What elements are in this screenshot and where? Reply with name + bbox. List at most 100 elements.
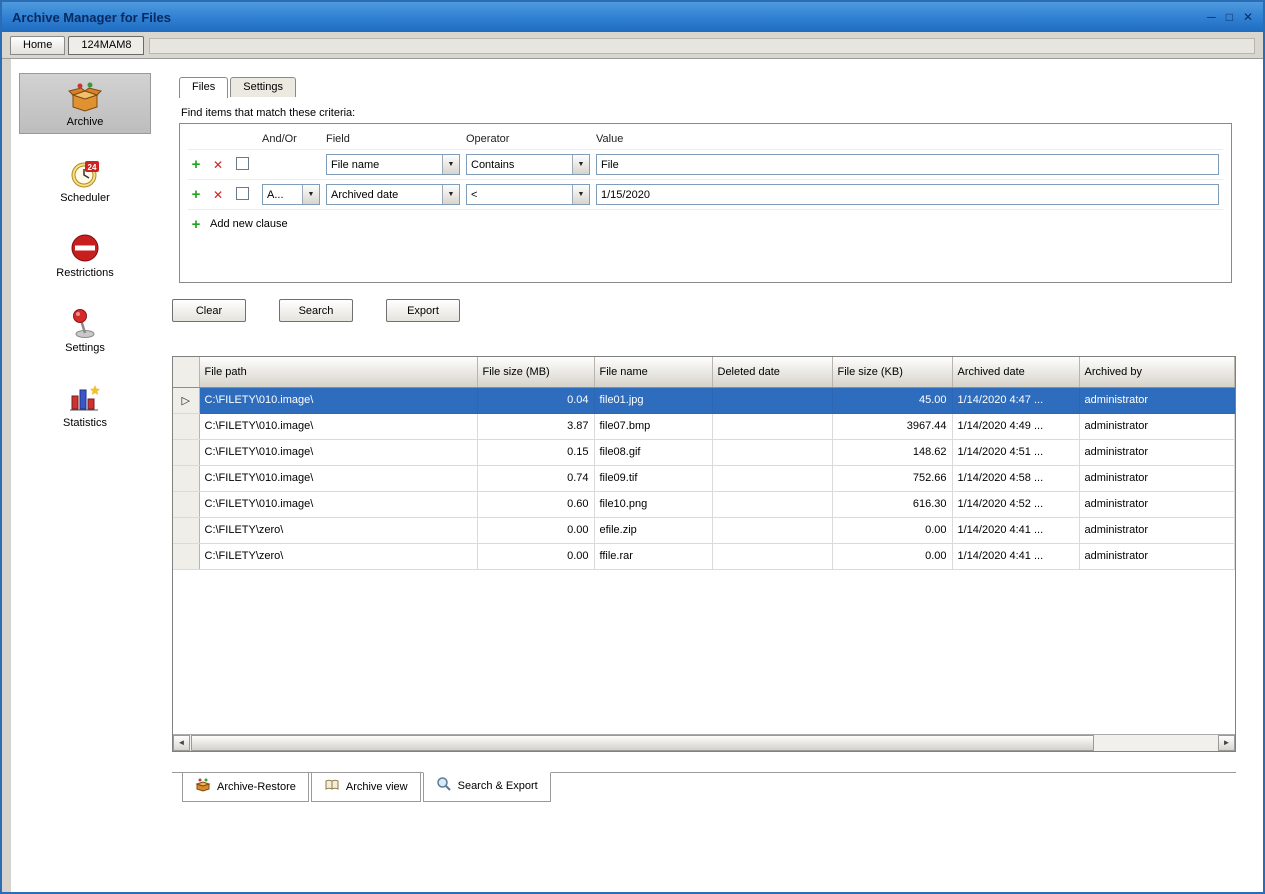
title-bar[interactable]: Archive Manager for Files ─ □ ✕ [2, 2, 1263, 32]
bottom-tab-label: Search & Export [458, 780, 538, 792]
archive-box-icon [68, 80, 102, 114]
andor-select[interactable]: A... ▼ [262, 184, 320, 205]
row-selector-cell[interactable] [173, 517, 199, 543]
table-cell: administrator [1079, 543, 1235, 569]
value-input[interactable] [596, 154, 1219, 175]
header-selector-cell[interactable] [173, 357, 199, 387]
column-header-archived-by[interactable]: Archived by [1079, 357, 1235, 387]
add-clause-icon[interactable]: + [188, 186, 204, 203]
table-row[interactable]: ▷C:\FILETY\010.image\0.04file01.jpg 45.00… [173, 387, 1235, 413]
table-row[interactable]: C:\FILETY\010.image\3.87file07.bmp3967.4… [173, 413, 1235, 439]
table-cell: administrator [1079, 491, 1235, 517]
criteria-header-field: Field [326, 133, 460, 145]
table-cell: 0.74 [477, 465, 594, 491]
minimize-button[interactable]: ─ [1207, 11, 1216, 23]
export-button[interactable]: Export [386, 299, 460, 322]
column-header-file-path[interactable]: File path [199, 357, 477, 387]
column-header-file-size-mb[interactable]: File size (MB) [477, 357, 594, 387]
nav-bar-spacer [149, 38, 1255, 54]
results-table: File path File size (MB) File name Delet… [173, 357, 1235, 570]
row-selector-cell[interactable] [173, 543, 199, 569]
bottom-tabstrip: Archive-Restore Archive view [172, 772, 1236, 802]
nav-tab-124mam8[interactable]: 124MAM8 [68, 36, 144, 55]
table-cell: file10.png [594, 491, 712, 517]
column-header-file-name[interactable]: File name [594, 357, 712, 387]
table-cell: C:\FILETY\010.image\ [199, 491, 477, 517]
field-select[interactable]: Archived date ▼ [326, 184, 460, 205]
column-header-file-size-kb[interactable]: File size (KB) [832, 357, 952, 387]
table-cell [712, 439, 832, 465]
chevron-down-icon[interactable]: ▼ [442, 185, 459, 204]
clause-checkbox[interactable] [236, 157, 249, 170]
table-cell: 3.87 [477, 413, 594, 439]
table-cell: ffile.rar [594, 543, 712, 569]
sidebar-item-scheduler[interactable]: 24 Scheduler [19, 150, 151, 209]
row-selector-cell[interactable] [173, 465, 199, 491]
archive-restore-icon [195, 777, 211, 796]
table-cell: C:\FILETY\zero\ [199, 517, 477, 543]
table-cell: 0.15 [477, 439, 594, 465]
column-header-archived-date[interactable]: Archived date [952, 357, 1079, 387]
row-selector-cell[interactable]: ▷ [173, 387, 199, 413]
add-clause-icon: + [188, 216, 204, 233]
criteria-label: Find items that match these criteria: [181, 107, 1263, 119]
operator-select[interactable]: Contains ▼ [466, 154, 590, 175]
row-selector-cell[interactable] [173, 413, 199, 439]
restrictions-no-entry-icon [68, 231, 102, 265]
operator-select[interactable]: < ▼ [466, 184, 590, 205]
criteria-header-row: And/Or Field Operator Value [188, 128, 1223, 150]
nav-tab-home[interactable]: Home [10, 36, 65, 55]
results-grid: File path File size (MB) File name Delet… [172, 356, 1236, 752]
clear-button[interactable]: Clear [172, 299, 246, 322]
h-scrollbar[interactable]: ◄ ► [173, 734, 1235, 751]
sidebar-item-statistics[interactable]: Statistics [19, 375, 151, 434]
maximize-button[interactable]: □ [1226, 11, 1233, 23]
table-row[interactable]: C:\FILETY\010.image\0.60file10.png616.30… [173, 491, 1235, 517]
field-select[interactable]: File name ▼ [326, 154, 460, 175]
sidebar-item-label: Scheduler [60, 192, 110, 204]
sidebar-item-restrictions[interactable]: Restrictions [19, 225, 151, 284]
table-cell: file01.jpg [594, 387, 712, 413]
table-row[interactable]: C:\FILETY\zero\0.00efile.zip0.001/14/202… [173, 517, 1235, 543]
table-cell: C:\FILETY\010.image\ [199, 387, 477, 413]
chevron-down-icon[interactable]: ▼ [442, 155, 459, 174]
add-new-clause-label[interactable]: Add new clause [210, 218, 1219, 230]
tab-files[interactable]: Files [179, 77, 228, 98]
delete-clause-icon[interactable]: ✕ [210, 188, 226, 202]
sidebar-item-label: Statistics [63, 417, 107, 429]
row-selector-cell[interactable] [173, 439, 199, 465]
main-content: Files Settings Find items that match the… [159, 59, 1263, 892]
chevron-down-icon[interactable]: ▼ [572, 185, 589, 204]
chevron-down-icon[interactable]: ▼ [572, 155, 589, 174]
add-clause-icon[interactable]: + [188, 156, 204, 173]
clause-checkbox[interactable] [236, 187, 249, 200]
table-cell: 0.00 [832, 517, 952, 543]
table-cell [712, 413, 832, 439]
delete-clause-icon[interactable]: ✕ [210, 158, 226, 172]
add-new-clause[interactable]: + Add new clause [188, 210, 1223, 238]
value-input[interactable] [596, 184, 1219, 205]
table-cell: 45.00 [832, 387, 952, 413]
column-header-deleted-date[interactable]: Deleted date [712, 357, 832, 387]
close-button[interactable]: ✕ [1243, 11, 1253, 23]
table-row[interactable]: C:\FILETY\010.image\0.15file08.gif148.62… [173, 439, 1235, 465]
tab-archive-restore[interactable]: Archive-Restore [182, 773, 309, 802]
table-row[interactable]: C:\FILETY\010.image\0.74file09.tif752.66… [173, 465, 1235, 491]
row-selector-cell[interactable] [173, 491, 199, 517]
scroll-thumb[interactable] [191, 735, 1094, 751]
sidebar-item-label: Settings [65, 342, 105, 354]
search-button[interactable]: Search [279, 299, 353, 322]
tab-settings[interactable]: Settings [230, 77, 296, 97]
table-cell: 1/14/2020 4:47 ... [952, 387, 1079, 413]
bottom-tab-label: Archive-Restore [217, 781, 296, 793]
table-cell: C:\FILETY\010.image\ [199, 413, 477, 439]
table-row[interactable]: C:\FILETY\zero\0.00ffile.rar0.001/14/202… [173, 543, 1235, 569]
sidebar-item-settings[interactable]: Settings [19, 300, 151, 359]
table-cell: 0.04 [477, 387, 594, 413]
scroll-left-button[interactable]: ◄ [173, 735, 190, 751]
sidebar-item-archive[interactable]: Archive [19, 73, 151, 134]
tab-archive-view[interactable]: Archive view [311, 773, 421, 802]
tab-search-export[interactable]: Search & Export [423, 772, 551, 802]
chevron-down-icon[interactable]: ▼ [302, 185, 319, 204]
scroll-right-button[interactable]: ► [1218, 735, 1235, 751]
